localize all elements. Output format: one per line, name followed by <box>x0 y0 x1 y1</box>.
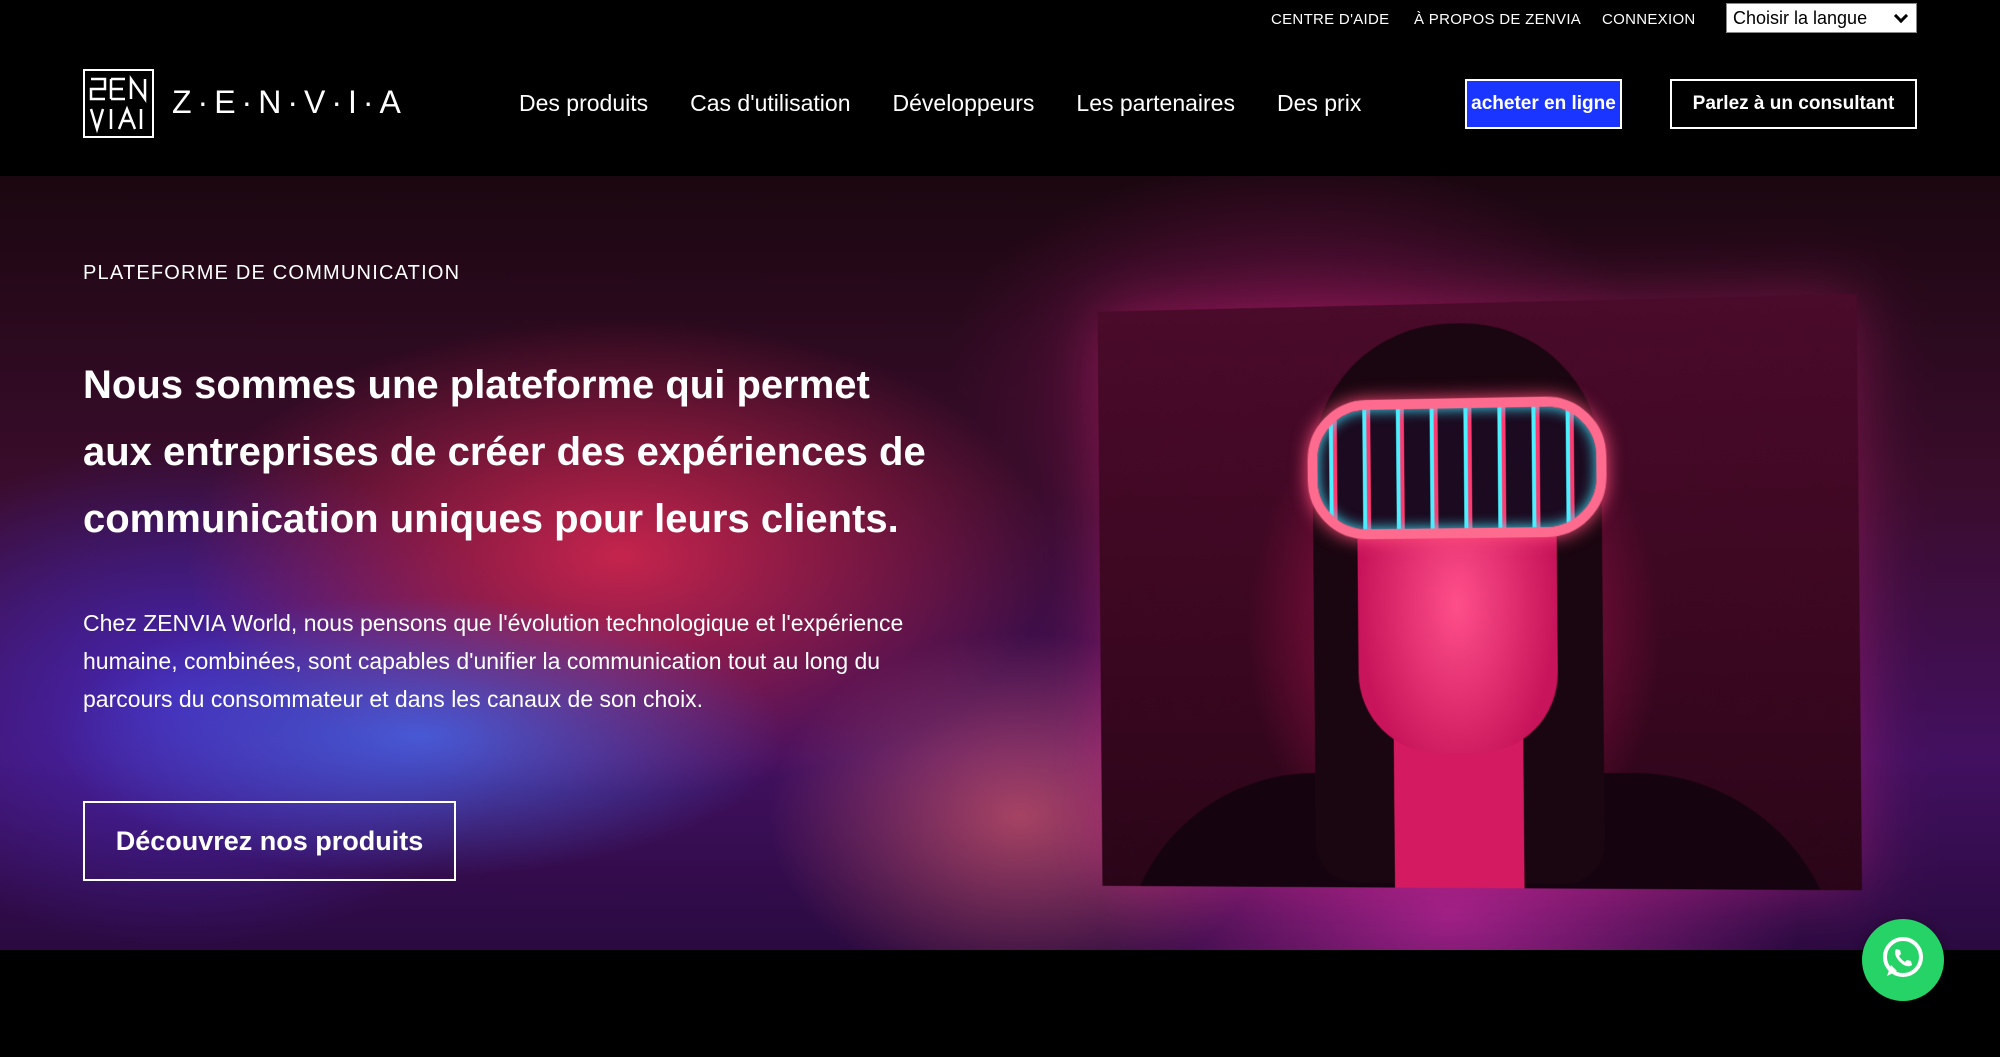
nav-item-developers[interactable]: Développeurs <box>893 90 1035 117</box>
main-nav: Des produits Cas d'utilisation Développe… <box>519 90 1361 117</box>
utility-bar: CENTRE D'AIDE À PROPOS DE ZENVIA CONNEXI… <box>0 0 2000 40</box>
main-header: Z·E·N·V·I·A Des produits Cas d'utilisati… <box>0 40 2000 176</box>
logo-wordmark[interactable]: Z·E·N·V·I·A <box>172 84 407 121</box>
discover-products-button[interactable]: Découvrez nos produits <box>83 801 456 881</box>
zenvia-logo-icon[interactable] <box>83 69 154 138</box>
whatsapp-icon <box>1877 932 1929 989</box>
help-center-link[interactable]: CENTRE D'AIDE <box>1271 11 1389 28</box>
language-select[interactable]: Choisir la langue <box>1726 3 1917 33</box>
chevron-down-icon <box>1893 8 1909 23</box>
hero-intro: Chez ZENVIA World, nous pensons que l'év… <box>83 610 904 712</box>
nav-item-partners[interactable]: Les partenaires <box>1076 90 1235 117</box>
hero-image <box>1097 294 1863 891</box>
hero-section: PLATEFORME DE COMMUNICATION Nous sommes … <box>0 176 2000 950</box>
language-select-value: Choisir la langue <box>1733 7 1868 28</box>
about-link[interactable]: À PROPOS DE ZENVIA <box>1414 11 1581 28</box>
hero-eyebrow: PLATEFORME DE COMMUNICATION <box>83 262 461 284</box>
talk-to-consultant-button[interactable]: Parlez à un consultant <box>1670 79 1917 129</box>
nav-item-use-cases[interactable]: Cas d'utilisation <box>690 90 850 117</box>
nav-item-pricing[interactable]: Des prix <box>1277 90 1361 117</box>
login-link[interactable]: CONNEXION <box>1602 11 1696 28</box>
nav-item-products[interactable]: Des produits <box>519 90 648 117</box>
hero-headline: Nous sommes une plateforme qui permet au… <box>83 363 926 541</box>
next-section <box>0 950 2000 1057</box>
whatsapp-chat-button[interactable] <box>1862 919 1944 1001</box>
buy-online-button[interactable]: acheter en ligne <box>1465 79 1622 129</box>
